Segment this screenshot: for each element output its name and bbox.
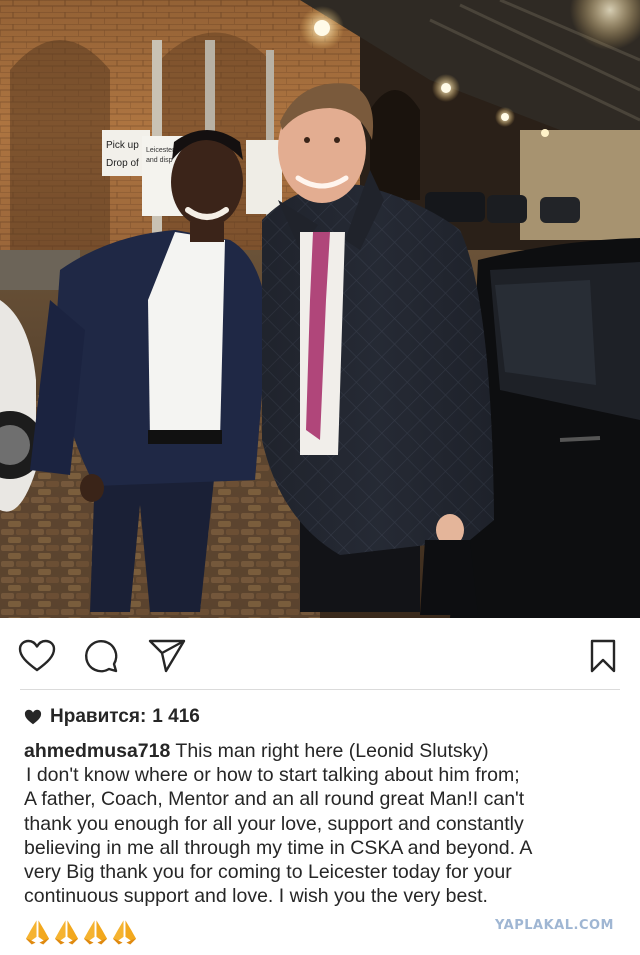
- save-button[interactable]: [583, 636, 623, 676]
- post-action-bar: [0, 618, 640, 690]
- pray-icon: [25, 920, 50, 945]
- caption-line: believing in me all through my time in C…: [24, 836, 533, 859]
- sign-pickup-text: Pick up: [106, 140, 139, 151]
- post-photo[interactable]: Pick up Drop of Leicester st and disp: [0, 0, 640, 618]
- sign-disp-text: and disp: [146, 157, 173, 164]
- caption-emojis: [24, 918, 138, 946]
- caption-line: continuous support and love. I wish you …: [24, 885, 488, 908]
- heart-outline-icon: [18, 639, 56, 672]
- pray-icon: [54, 920, 79, 945]
- section-divider: [20, 689, 620, 690]
- likes-summary[interactable]: Нравится: 1 416: [24, 706, 200, 728]
- pray-icon: [83, 920, 108, 945]
- share-button[interactable]: [147, 636, 187, 676]
- likes-label: Нравится:: [50, 706, 147, 727]
- caption-line: very Big thank you for coming to Leicest…: [24, 861, 512, 884]
- comment-bubble-icon: [85, 640, 118, 673]
- photo-illustration: Pick up Drop of Leicester st and disp: [0, 0, 640, 618]
- caption-first-line: ahmedmusa718 This man right here (Leonid…: [24, 739, 624, 763]
- bookmark-icon: [590, 639, 616, 673]
- caption-line: A father, Coach, Mentor and an all round…: [24, 788, 525, 811]
- pray-icon: [112, 920, 137, 945]
- heart-filled-icon: [24, 709, 42, 725]
- post-caption: ahmedmusa718 This man right here (Leonid…: [24, 739, 624, 908]
- site-watermark: YAPLAKAL.COM: [495, 918, 614, 933]
- like-button[interactable]: [17, 636, 57, 676]
- sign-dropoff-text: Drop of: [106, 158, 139, 169]
- caption-line: thank you enough for all your love, supp…: [24, 812, 524, 835]
- caption-text-first: This man right here (Leonid Slutsky): [175, 740, 489, 762]
- caption-line: I don't know where or how to start talki…: [26, 764, 520, 787]
- comment-button[interactable]: [81, 636, 121, 676]
- author-username[interactable]: ahmedmusa718: [24, 740, 170, 762]
- likes-count: 1 416: [152, 706, 200, 727]
- send-paper-plane-icon: [148, 639, 186, 673]
